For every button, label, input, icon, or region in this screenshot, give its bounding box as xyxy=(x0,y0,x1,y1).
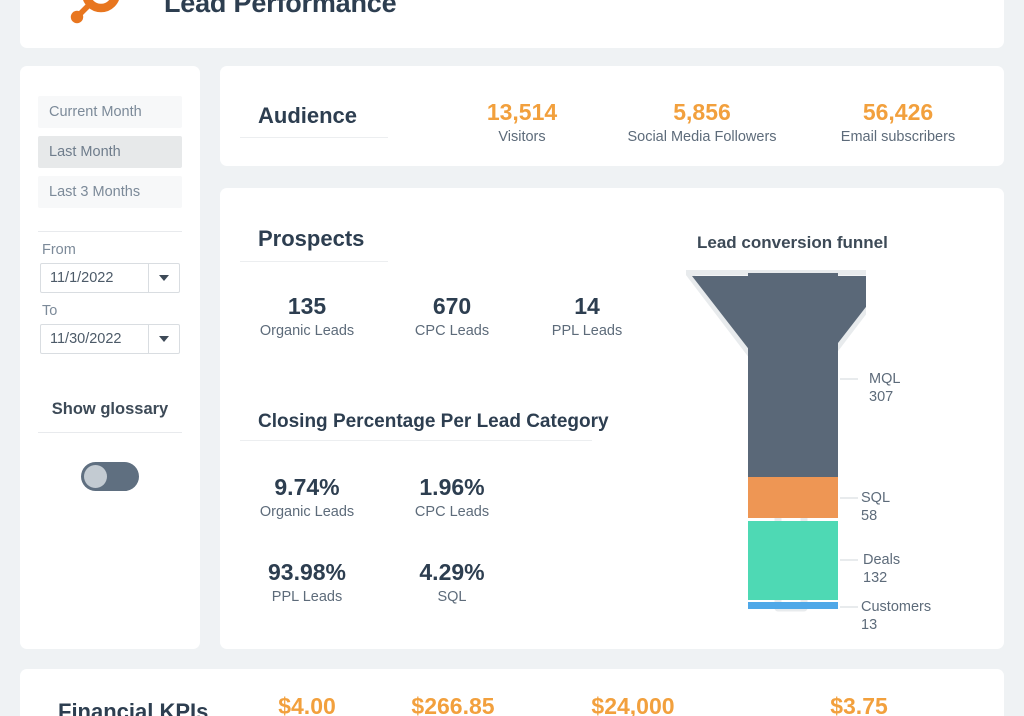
hubspot-sprocket-icon xyxy=(70,0,119,24)
funnel-stage-value: 132 xyxy=(863,569,888,586)
financial-kpis-heading: Financial KPIs xyxy=(58,699,209,716)
metric-value: $24,000 xyxy=(591,693,675,716)
closing-metric-cpc-leads: 1.96% CPC Leads xyxy=(396,474,508,521)
metric-label: Visitors xyxy=(498,129,546,146)
metric-label: CPC Leads xyxy=(414,323,490,340)
funnel-segment-customers xyxy=(748,602,838,609)
glossary-title: Show glossary xyxy=(51,400,169,418)
financial-metric-1: $4.00 xyxy=(246,693,368,716)
from-date-dropdown-button[interactable] xyxy=(148,264,179,292)
metric-value: 5,856 xyxy=(673,99,731,125)
funnel-label-deals: Deals 132 xyxy=(863,552,900,587)
prospects-heading-rule xyxy=(240,261,388,262)
sidebar-divider xyxy=(38,231,182,232)
closing-metric-organic-leads: 9.74% Organic Leads xyxy=(246,474,368,521)
metric-label: CPC Leads xyxy=(414,504,490,521)
to-date-dropdown-button[interactable] xyxy=(148,325,179,353)
filters-sidebar: Current Month Last Month Last 3 Months F… xyxy=(20,66,200,649)
closing-metric-sql: 4.29% SQL xyxy=(396,559,508,606)
metric-email-subscribers: 56,426 Email subscribers xyxy=(818,99,978,146)
metric-label: PPL Leads xyxy=(271,589,343,606)
financial-metric-3: $24,000 xyxy=(572,693,694,716)
range-button-last-3-months[interactable]: Last 3 Months xyxy=(38,176,182,208)
metric-value: 56,426 xyxy=(862,99,934,125)
range-button-last-month[interactable]: Last Month xyxy=(38,136,182,168)
metric-value: 14 xyxy=(574,293,600,319)
audience-heading-rule xyxy=(240,137,388,138)
metric-cpc-leads: 670 CPC Leads xyxy=(396,293,508,340)
prospects-heading: Prospects xyxy=(258,226,365,251)
metric-label: Social Media Followers xyxy=(627,129,777,146)
metric-value: $4.00 xyxy=(278,693,336,716)
closing-percentage-heading: Closing Percentage Per Lead Category xyxy=(258,411,609,432)
financial-metric-2: $266.85 xyxy=(392,693,514,716)
page-title: Lead Performance xyxy=(164,0,397,18)
metric-value: 4.29% xyxy=(419,559,485,585)
metric-social-media-followers: 5,856 Social Media Followers xyxy=(612,99,792,146)
metric-value: 1.96% xyxy=(419,474,485,500)
metric-label: Organic Leads xyxy=(259,323,355,340)
metric-value: 670 xyxy=(432,293,472,319)
metric-label: Email subscribers xyxy=(840,129,956,146)
funnel-stage-name: Customers xyxy=(861,599,932,615)
funnel-leader-line-customers xyxy=(840,606,858,608)
metric-organic-leads: 135 Organic Leads xyxy=(246,293,368,340)
funnel-segment-deals xyxy=(748,521,838,600)
funnel-segment-sql xyxy=(748,477,838,518)
funnel-segment-mql-neck xyxy=(748,273,838,477)
funnel-stage-name: MQL xyxy=(869,371,901,387)
range-button-current-month[interactable]: Current Month xyxy=(38,96,182,128)
metric-value: 93.98% xyxy=(267,559,346,585)
funnel-leader-line-deals xyxy=(840,559,858,561)
metric-value: $3.75 xyxy=(830,693,888,716)
closing-percentage-heading-rule xyxy=(240,440,592,441)
to-date-value[interactable]: 11/30/2022 xyxy=(41,325,148,353)
chevron-down-icon xyxy=(159,336,169,342)
metric-label: PPL Leads xyxy=(551,323,623,340)
metric-ppl-leads: 14 PPL Leads xyxy=(532,293,642,340)
funnel-label-customers: Customers 13 xyxy=(861,599,931,634)
funnel-chart-title: Lead conversion funnel xyxy=(697,233,888,252)
metric-value: $266.85 xyxy=(411,693,495,716)
show-glossary-toggle[interactable] xyxy=(81,462,139,491)
metric-label: Organic Leads xyxy=(259,504,355,521)
to-date-picker[interactable]: 11/30/2022 xyxy=(40,324,180,354)
toggle-knob xyxy=(84,465,107,488)
metric-label: SQL xyxy=(437,589,467,606)
from-date-value[interactable]: 11/1/2022 xyxy=(41,264,148,292)
financial-metric-4: $3.75 xyxy=(798,693,920,716)
from-label: From xyxy=(42,242,76,258)
funnel-leader-line-mql xyxy=(840,378,858,380)
funnel-stage-value: 58 xyxy=(861,507,878,524)
funnel-label-mql: MQL 307 xyxy=(869,371,900,406)
funnel-label-sql: SQL 58 xyxy=(861,490,890,525)
metric-value: 135 xyxy=(287,293,327,319)
metric-visitors: 13,514 Visitors xyxy=(452,99,592,146)
funnel-stage-name: SQL xyxy=(861,490,891,506)
funnel-stage-value: 13 xyxy=(861,616,878,633)
funnel-stage-value: 307 xyxy=(869,388,894,405)
glossary-underline xyxy=(38,432,182,433)
metric-value: 13,514 xyxy=(486,99,558,125)
funnel-leader-line-sql xyxy=(840,497,858,499)
closing-metric-ppl-leads: 93.98% PPL Leads xyxy=(246,559,368,606)
to-label: To xyxy=(42,303,58,319)
metric-value: 9.74% xyxy=(274,474,340,500)
header-bar: Lead Performance xyxy=(20,0,1004,48)
from-date-picker[interactable]: 11/1/2022 xyxy=(40,263,180,293)
audience-heading: Audience xyxy=(258,103,358,128)
chevron-down-icon xyxy=(159,275,169,281)
funnel-stage-name: Deals xyxy=(863,552,901,568)
